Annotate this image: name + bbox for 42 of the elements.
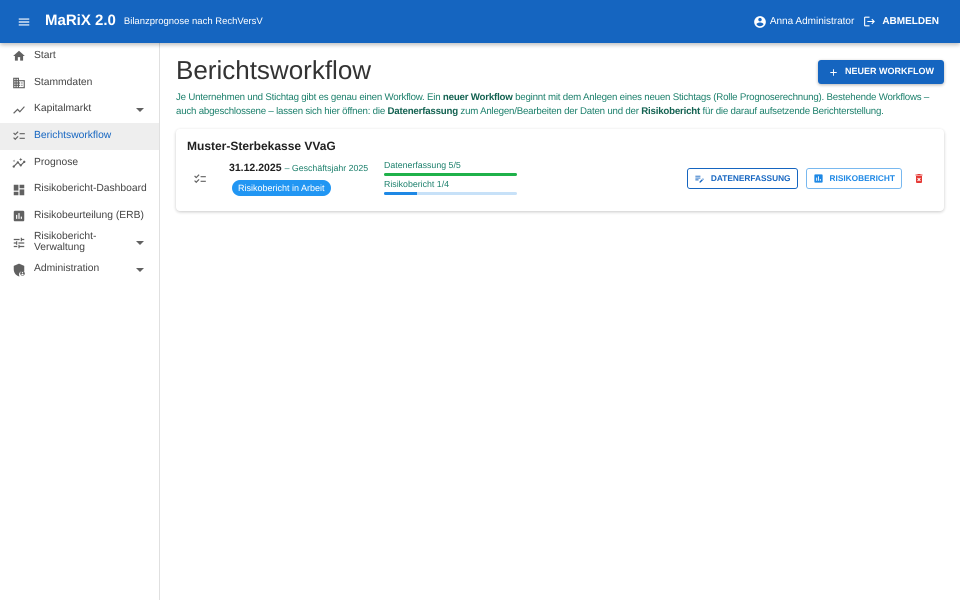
status-badge: Risikobericht in Arbeit [232,180,331,196]
reporting-date: 31.12.2025 [229,162,282,174]
caret-icon [136,241,144,246]
trash-icon [913,172,925,186]
edit-list-icon [694,173,705,184]
sidebar-item[interactable]: Berichtsworkflow [0,123,159,150]
sidebar-item[interactable]: Stammdaten [0,70,159,96]
progress-label: Datenerfassung 5/5 [384,160,462,171]
page-title: Berichtsworkflow [176,55,372,86]
action-button[interactable]: RISIKOBERICHT [806,168,902,190]
logout-icon [863,15,876,28]
sidebar-item[interactable]: Risikobeurteilung (ERB) [0,203,159,230]
dashboard-icon [12,182,26,197]
user-name: Anna Administrator [770,15,854,29]
shield-user-icon [12,262,26,277]
description-text: Je Unternehmen und Stichtag gibt es genau einen Workflow. Ein neuer Workflow beginnt mit dem Anlegen eines neuen Stichtags (Rolle Prognoserechnung). Bestehende Workflows – auch abgeschlossene – lassen sich hier öffnen: die Datenerfassung zum Anlegen/Bearbeiten der Daten und der Risikobericht für die darauf aufsetzende Berichterstellung. [176,91,930,120]
new-workflow-button[interactable]: NEUER WORKFLOW [818,60,944,84]
trend-sparkle-icon [12,156,26,170]
action-button[interactable]: DATENERFASSUNG [686,168,798,190]
caret-icon [136,268,144,272]
logout-button[interactable]: ABMELDEN [863,14,939,29]
caret-icon [136,108,144,112]
app-title: MaRiX 2.0 [45,11,116,32]
sidebar-item[interactable]: Kapitalmarkt [0,96,159,124]
plus-icon [828,66,839,78]
building-icon [12,76,26,90]
bar-chart-icon [12,209,26,224]
sidebar-item[interactable]: Start [0,43,159,70]
sidebar-item[interactable]: Prognose [0,150,159,176]
fiscal-year: – Geschäftsjahr 2025 [284,163,368,174]
delete-button[interactable] [913,172,925,186]
user-avatar-icon [752,14,767,28]
company-name: Muster-Sterbekasse VVaG [187,139,337,154]
app-subtitle: Bilanzprognose nach RechVersV [124,14,263,29]
checklist-icon [193,172,207,186]
home-icon [12,49,26,64]
sidebar-item[interactable]: Administration [0,256,159,284]
sliders-icon [12,236,26,250]
sidebar-item[interactable]: Risikobericht-Verwaltung [0,230,159,256]
progress-label: Risikobericht 1/4 [384,178,450,190]
bar-chart-icon [812,173,824,184]
sidebar-item[interactable]: Risikobericht-Dashboard [0,176,159,204]
